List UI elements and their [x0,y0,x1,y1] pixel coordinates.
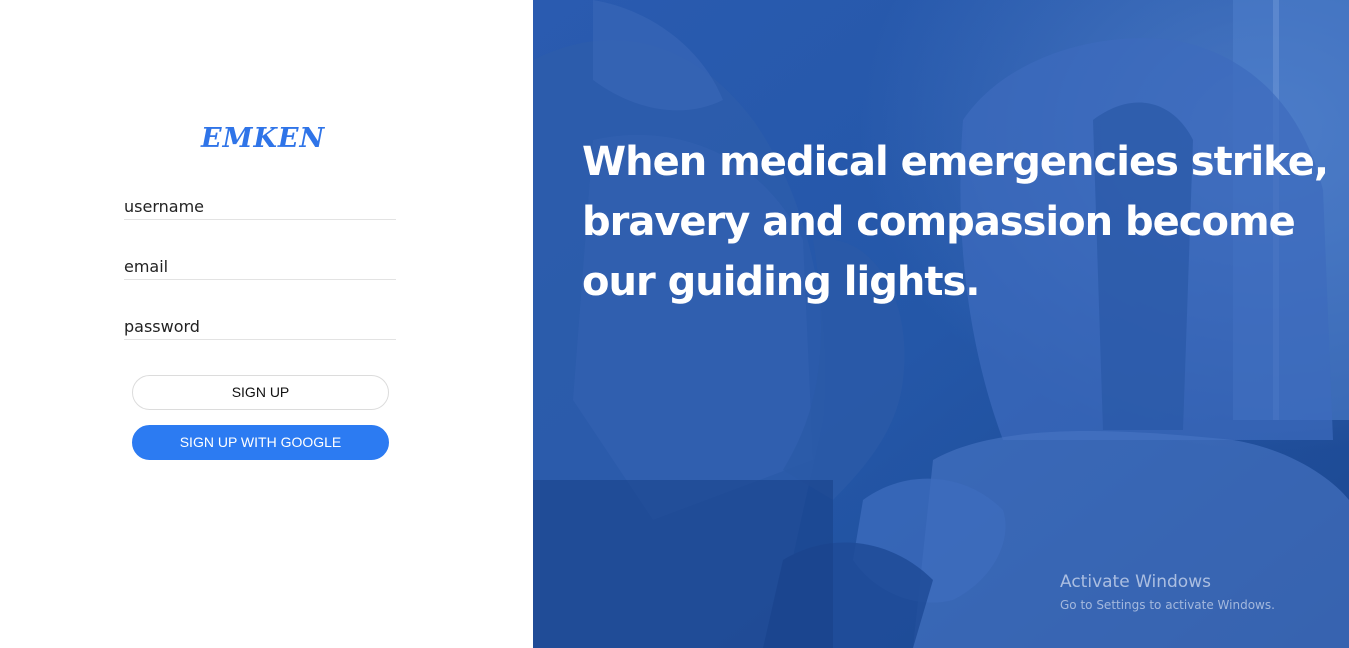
email-input[interactable] [124,253,396,279]
hero-panel: When medical emergencies strike, bravery… [533,0,1349,648]
password-input[interactable] [124,313,396,339]
brand-logo: EMKEN [201,123,326,154]
signup-page: EMKEN SIGN UP SIGN UP WITH GOOGLE [0,0,1349,648]
username-field[interactable] [124,193,396,220]
password-field[interactable] [124,313,396,340]
activate-windows-subtitle: Go to Settings to activate Windows. [1060,598,1275,612]
signup-button[interactable]: SIGN UP [132,375,389,410]
activate-windows-title: Activate Windows [1060,572,1211,592]
signup-google-button[interactable]: SIGN UP WITH GOOGLE [132,425,389,460]
hero-photo [533,0,1349,648]
hero-headline: When medical emergencies strike, bravery… [582,139,1329,305]
signup-panel: EMKEN SIGN UP SIGN UP WITH GOOGLE [0,0,533,648]
username-input[interactable] [124,193,396,219]
email-field[interactable] [124,253,396,280]
